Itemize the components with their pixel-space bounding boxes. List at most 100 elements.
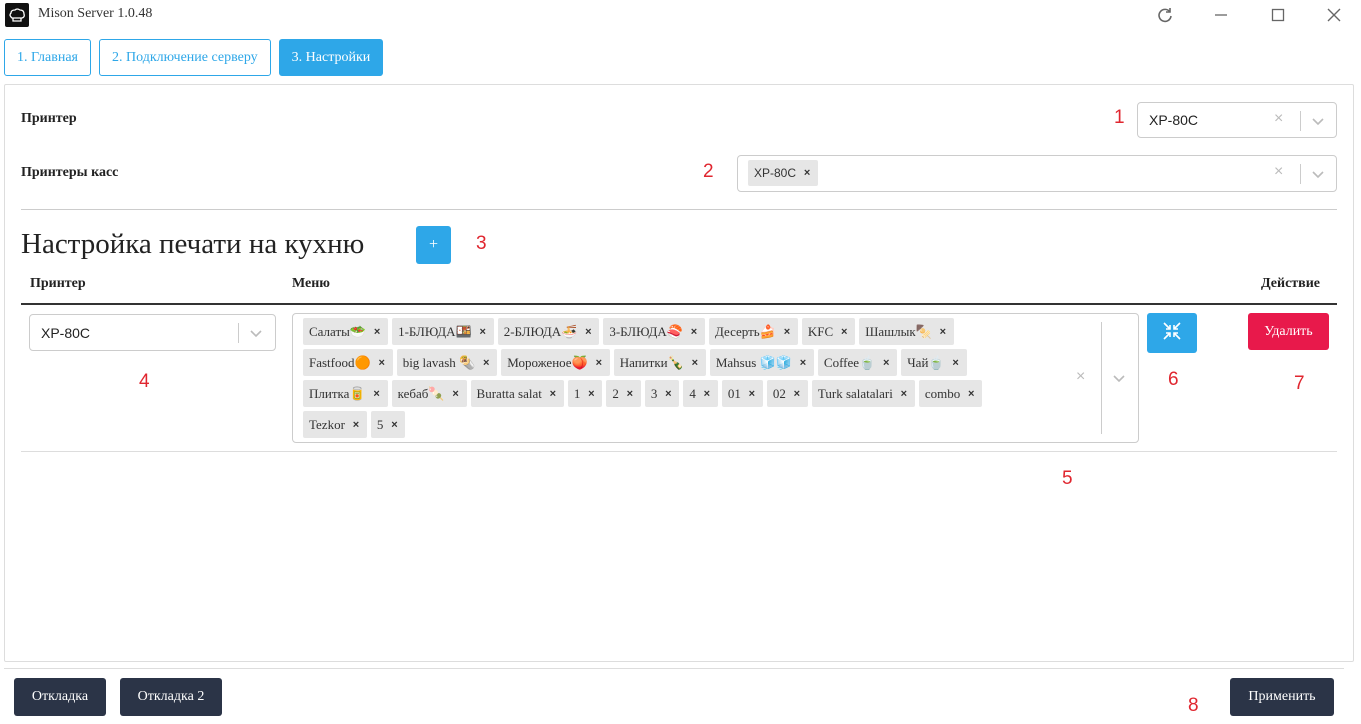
menu-chip: combo ×	[918, 380, 983, 407]
select-separator	[238, 323, 239, 343]
chip-remove-icon[interactable]: ×	[875, 357, 897, 369]
menu-chip-label: big lavash 🌯	[402, 354, 476, 370]
chip-remove-icon[interactable]: ×	[366, 388, 388, 400]
cash-printers-select[interactable]: XP-80C × ×	[737, 155, 1337, 192]
annotation-5: 5	[1062, 468, 1073, 489]
menu-chip-label: Mahsus 🧊🧊	[715, 354, 792, 370]
clear-icon[interactable]: ×	[1076, 368, 1085, 386]
chip-remove-icon[interactable]: ×	[371, 357, 393, 369]
refresh-icon[interactable]	[1140, 0, 1190, 30]
chip-remove-icon[interactable]: ×	[383, 419, 405, 431]
chip-remove-icon[interactable]: ×	[932, 326, 954, 338]
annotation-2: 2	[703, 161, 714, 182]
chip-remove-icon[interactable]: ×	[445, 388, 467, 400]
chip-remove-icon[interactable]: ×	[796, 167, 818, 179]
debug-2-button[interactable]: Откладка 2	[120, 678, 222, 716]
menu-chip-label: Десерть🍰	[714, 323, 776, 339]
debug-button[interactable]: Откладка	[14, 678, 106, 716]
chevron-down-icon[interactable]	[1310, 113, 1326, 134]
menu-chip: Tezkor ×	[303, 411, 367, 438]
chip-label: XP-80C	[754, 166, 797, 180]
chip-remove-icon[interactable]: ×	[684, 357, 706, 369]
chip-remove-icon[interactable]: ×	[657, 388, 679, 400]
close-icon[interactable]	[1309, 0, 1359, 30]
chip-remove-icon[interactable]: ×	[960, 388, 982, 400]
annotation-1: 1	[1114, 107, 1125, 128]
footer-divider	[4, 668, 1344, 669]
chip-remove-icon[interactable]: ×	[472, 326, 494, 338]
menu-chip-label: 2-БЛЮДА🍜	[503, 323, 578, 339]
maximize-icon[interactable]	[1253, 0, 1303, 30]
chip-remove-icon[interactable]: ×	[345, 419, 367, 431]
menu-chip: Мороженое🍑 ×	[501, 349, 610, 376]
title-bar: Mison Server 1.0.48	[0, 0, 1361, 30]
chip-remove-icon[interactable]: ×	[683, 326, 705, 338]
chip-remove-icon[interactable]: ×	[588, 357, 610, 369]
menu-chip: 01 ×	[721, 380, 763, 407]
menu-chip-label: Tezkor	[309, 416, 345, 432]
menu-chip: KFC ×	[801, 318, 856, 345]
chevron-down-icon[interactable]	[1310, 166, 1326, 187]
chip-remove-icon[interactable]: ×	[475, 357, 497, 369]
menu-multiselect[interactable]: Салаты🥗 × 1-БЛЮДА🍱 × 2-БЛЮДА🍜 × 3-БЛЮДА🍣 × Десер…	[292, 313, 1139, 443]
chip-remove-icon[interactable]: ×	[619, 388, 641, 400]
menu-chip: Десерть🍰 ×	[708, 318, 798, 345]
add-kitchen-printer-button[interactable]: +	[416, 226, 451, 264]
chip-remove-icon[interactable]: ×	[792, 357, 814, 369]
chip-remove-icon[interactable]: ×	[366, 326, 388, 338]
chip-remove-icon[interactable]: ×	[696, 388, 718, 400]
tab-settings[interactable]: 3. Настройки	[278, 39, 384, 76]
printer-label: Принтер	[21, 111, 77, 126]
menu-chip: Buratta salat ×	[470, 380, 564, 407]
menu-chip: Turk salatalari ×	[811, 380, 915, 407]
menu-chip: 2-БЛЮДА🍜 ×	[497, 318, 600, 345]
chip-remove-icon[interactable]: ×	[580, 388, 602, 400]
chip-remove-icon[interactable]: ×	[833, 326, 855, 338]
apply-button[interactable]: Применить	[1230, 678, 1334, 716]
tab-main[interactable]: 1. Главная	[4, 39, 91, 76]
menu-chip-label: Coffee🍵	[823, 354, 876, 370]
annotation-3: 3	[476, 233, 487, 254]
printer-select[interactable]: XP-80C ×	[1137, 102, 1337, 138]
clear-icon[interactable]: ×	[1274, 110, 1283, 128]
menu-chip-label: KFC	[807, 323, 834, 339]
menu-chip-label: 01	[727, 385, 741, 401]
menu-chip-label: Turk salatalari	[817, 385, 893, 401]
window-title: Mison Server 1.0.48	[38, 6, 153, 21]
chip-remove-icon[interactable]: ×	[741, 388, 763, 400]
select-separator	[1101, 322, 1102, 434]
menu-chip: Fastfood🟠 ×	[303, 349, 393, 376]
menu-chip-label: Мороженое🍑	[507, 354, 588, 370]
menu-chip: Салаты🥗 ×	[303, 318, 389, 345]
annotation-7: 7	[1294, 373, 1305, 394]
select-separator	[1300, 164, 1301, 184]
collapse-button[interactable]	[1147, 313, 1197, 353]
tab-server-connection[interactable]: 2. Подключение серверу	[99, 39, 271, 76]
chip-remove-icon[interactable]: ×	[945, 357, 967, 369]
annotation-6: 6	[1168, 369, 1179, 390]
minimize-icon[interactable]	[1196, 0, 1246, 30]
menu-chip: 5 ×	[370, 411, 406, 438]
table-row-line	[21, 451, 1337, 452]
chip-remove-icon[interactable]: ×	[786, 388, 808, 400]
clear-icon[interactable]: ×	[1274, 163, 1283, 181]
chip-remove-icon[interactable]: ×	[776, 326, 798, 338]
column-menu: Меню	[292, 276, 331, 291]
delete-button[interactable]: Удалить	[1248, 313, 1329, 350]
chip-remove-icon[interactable]: ×	[893, 388, 915, 400]
menu-chip-label: кебаб🍡	[397, 385, 445, 401]
menu-chip: Coffee🍵 ×	[817, 349, 898, 376]
annotation-4: 4	[139, 371, 150, 392]
menu-chip: Шашлык🍢 ×	[859, 318, 954, 345]
chip-remove-icon[interactable]: ×	[577, 326, 599, 338]
kitchen-printer-select[interactable]: XP-80C	[29, 314, 276, 351]
chevron-down-icon[interactable]	[1111, 370, 1127, 391]
menu-chip: Mahsus 🧊🧊 ×	[709, 349, 814, 376]
tab-bar: 1. Главная 2. Подключение серверу 3. Нас…	[4, 39, 384, 76]
menu-chip: 1-БЛЮДА🍱 ×	[392, 318, 494, 345]
menu-chip-label: 1-БЛЮДА🍱	[398, 323, 472, 339]
menu-chip: 02 ×	[766, 380, 808, 407]
menu-chip-label: 02	[772, 385, 786, 401]
chip-remove-icon[interactable]: ×	[542, 388, 564, 400]
chevron-down-icon[interactable]	[248, 325, 264, 346]
